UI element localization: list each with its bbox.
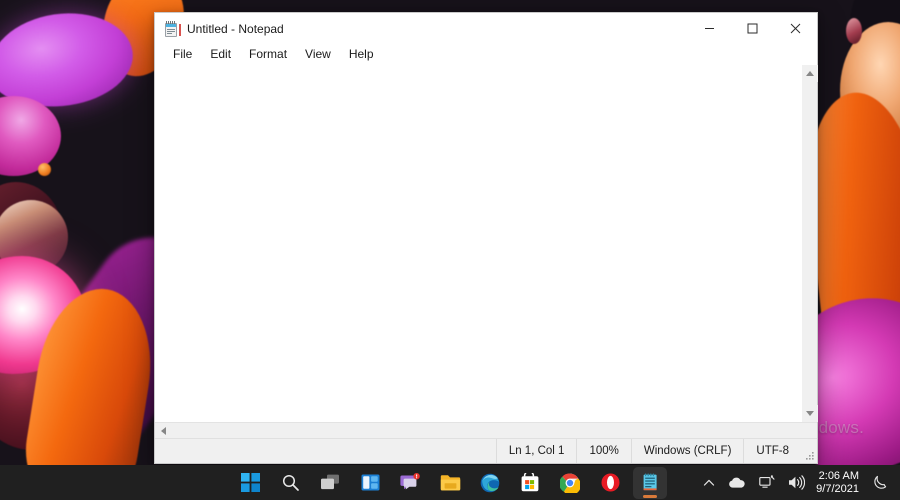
onedrive-button[interactable]	[722, 468, 752, 498]
status-encoding[interactable]: UTF-8	[743, 439, 801, 463]
notepad-window[interactable]: Untitled - Notepad File Edit Format View…	[154, 12, 818, 464]
network-icon	[759, 475, 775, 488]
titlebar-left: Untitled - Notepad	[155, 20, 284, 37]
chat-button[interactable]	[393, 467, 427, 499]
tray-time: 2:06 AM	[818, 469, 859, 482]
notepad-icon	[165, 20, 181, 37]
store-button[interactable]	[513, 467, 547, 499]
menu-item-help[interactable]: Help	[340, 45, 383, 64]
horizontal-scrollbar[interactable]	[155, 422, 817, 439]
minimize-button[interactable]	[688, 13, 731, 44]
chevron-down-icon	[806, 411, 814, 416]
maximize-icon	[747, 23, 758, 34]
status-zoom-level[interactable]: 100%	[576, 439, 630, 463]
chrome-button[interactable]	[553, 467, 587, 499]
search-icon	[282, 474, 299, 491]
wallpaper-blob-dot	[38, 163, 51, 176]
status-bar: Ln 1, Col 1 100% Windows (CRLF) UTF-8	[155, 438, 817, 463]
scroll-left-button[interactable]	[155, 423, 172, 439]
resize-grip-icon	[806, 452, 814, 460]
close-button[interactable]	[774, 13, 817, 44]
menu-item-view[interactable]: View	[296, 45, 340, 64]
active-window-indicator	[643, 495, 657, 498]
minimize-icon	[705, 28, 714, 29]
opera-button[interactable]	[593, 467, 627, 499]
status-cursor-position: Ln 1, Col 1	[495, 439, 577, 463]
vertical-scrollbar[interactable]	[801, 65, 818, 422]
chat-icon	[399, 473, 420, 490]
menu-item-file[interactable]: File	[164, 45, 201, 64]
tray-overflow-button[interactable]	[697, 468, 721, 498]
opera-icon	[601, 473, 619, 492]
menu-bar: File Edit Format View Help	[155, 44, 817, 65]
cloud-icon	[729, 477, 745, 488]
wallpaper-blob-magenta-mid	[0, 96, 61, 176]
maximize-button[interactable]	[731, 13, 774, 44]
close-icon	[790, 23, 801, 34]
desktop[interactable]: Windows. Untitled - Notepad File Edit Fo…	[0, 0, 900, 500]
scroll-down-button[interactable]	[802, 405, 818, 422]
resize-grip[interactable]	[801, 439, 817, 463]
volume-button[interactable]	[782, 468, 811, 498]
window-controls	[688, 13, 817, 44]
widgets-icon	[361, 474, 379, 491]
task-view-button[interactable]	[313, 467, 347, 499]
widgets-button[interactable]	[353, 467, 387, 499]
chevron-up-icon	[704, 479, 715, 486]
window-title: Untitled - Notepad	[187, 21, 284, 36]
edge-button[interactable]	[473, 467, 507, 499]
editor-region	[155, 65, 818, 422]
clock-button[interactable]: 2:06 AM 9/7/2021	[812, 468, 866, 498]
start-button[interactable]	[233, 467, 267, 499]
chrome-icon	[560, 473, 580, 493]
system-tray: 2:06 AM 9/7/2021	[697, 465, 894, 500]
wallpaper-blob-small-capsule	[846, 18, 862, 44]
text-editor[interactable]	[155, 65, 801, 422]
search-button[interactable]	[273, 467, 307, 499]
tray-date: 9/7/2021	[816, 482, 859, 495]
file-explorer-button[interactable]	[433, 467, 467, 499]
statusbar-spacer	[155, 439, 496, 463]
horizontal-scroll-track[interactable]	[172, 423, 801, 439]
notepad-icon	[643, 473, 657, 491]
menu-item-edit[interactable]: Edit	[201, 45, 240, 64]
microsoft-store-icon	[521, 473, 539, 492]
moon-icon	[874, 475, 887, 489]
taskbar[interactable]: 2:06 AM 9/7/2021	[0, 465, 900, 500]
notifications-button[interactable]	[867, 468, 894, 498]
scroll-up-button[interactable]	[802, 65, 818, 82]
chevron-up-icon	[806, 71, 814, 76]
status-line-ending[interactable]: Windows (CRLF)	[630, 439, 744, 463]
folder-icon	[440, 474, 460, 490]
window-titlebar[interactable]: Untitled - Notepad	[155, 13, 817, 44]
windows-logo-icon	[240, 473, 260, 492]
scrollbar-corner	[801, 422, 817, 439]
edge-icon	[480, 473, 500, 492]
menu-item-format[interactable]: Format	[240, 45, 296, 64]
speaker-icon	[789, 475, 806, 490]
chevron-left-icon	[161, 426, 166, 435]
notepad-button[interactable]	[633, 466, 667, 499]
task-view-icon	[321, 474, 339, 489]
network-button[interactable]	[753, 468, 781, 498]
